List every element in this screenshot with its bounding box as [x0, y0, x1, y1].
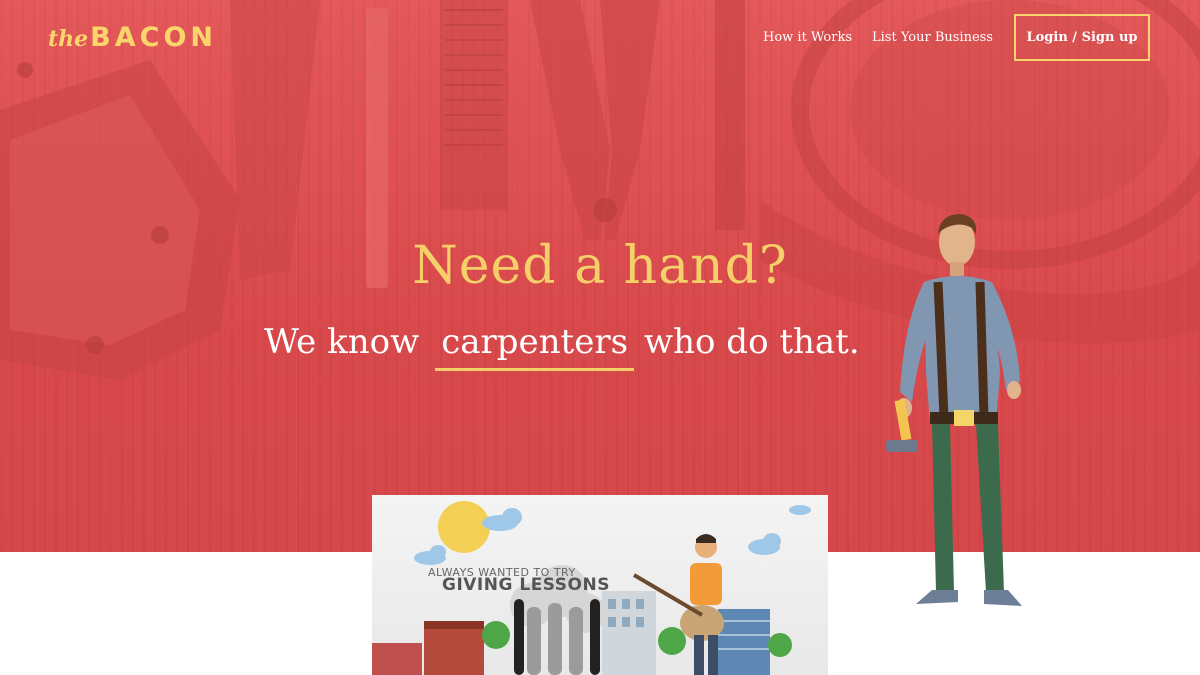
login-signup-button[interactable]: Login / Sign up — [1014, 14, 1150, 61]
nav-list-your-business[interactable]: List Your Business — [872, 30, 993, 45]
carpenter-illustration — [886, 214, 1022, 606]
intro-video[interactable]: ALWAYS WANTED TO TRY GIVING LESSONS — [372, 495, 828, 675]
logo-wordmark: BACON — [90, 22, 217, 53]
nav-how-it-works[interactable]: How it Works — [763, 30, 852, 45]
logo-prefix: the — [48, 26, 89, 52]
hammer-icon — [886, 399, 918, 452]
hero-subheadline: We know carpenters who do that. — [264, 322, 860, 371]
subheadline-prefix: We know — [264, 322, 420, 362]
site-logo[interactable]: the BACON — [48, 22, 217, 58]
rotating-trade-word: carpenters — [435, 322, 635, 371]
subheadline-suffix: who do that. — [644, 322, 860, 362]
video-title-text: GIVING LESSONS — [442, 575, 610, 595]
